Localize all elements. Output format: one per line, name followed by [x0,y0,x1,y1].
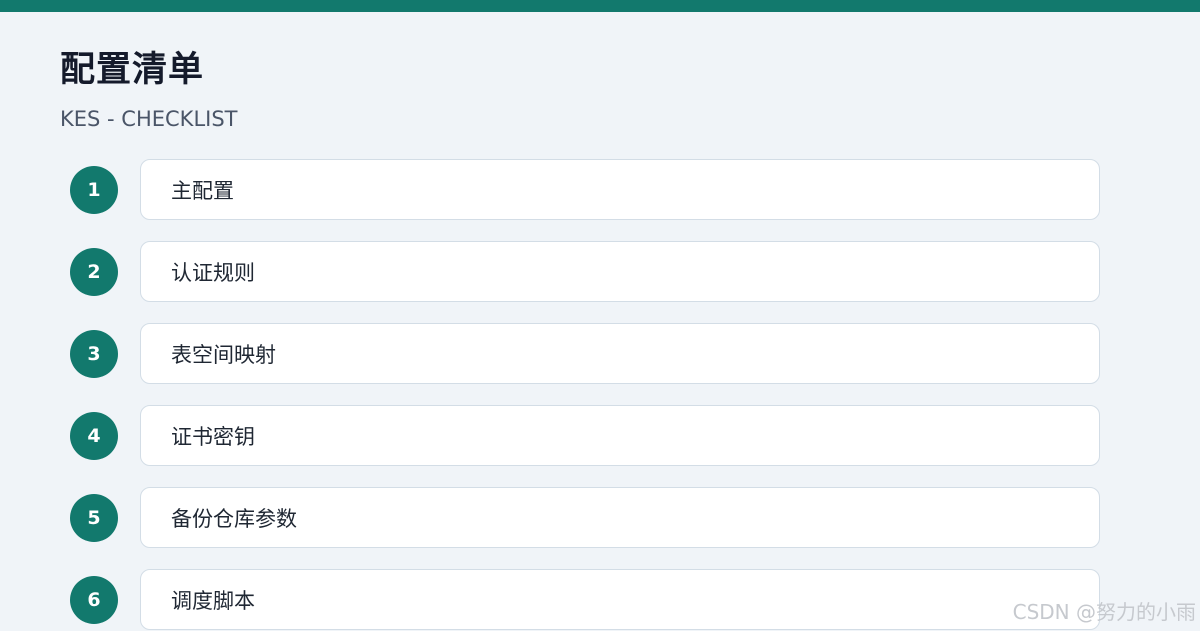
item-label: 表空间映射 [171,342,276,367]
checklist-item[interactable]: 2 认证规则 [0,241,1200,303]
item-label: 备份仓库参数 [171,506,297,531]
checklist-item[interactable]: 1 主配置 [0,159,1200,221]
item-card[interactable]: 备份仓库参数 [140,487,1100,548]
item-label: 主配置 [171,178,234,203]
item-card[interactable]: 调度脚本 [140,569,1100,630]
item-label: 认证规则 [171,260,255,285]
item-card[interactable]: 认证规则 [140,241,1100,302]
item-number-badge: 6 [70,576,118,624]
checklist-item[interactable]: 5 备份仓库参数 [0,487,1200,549]
item-number-badge: 4 [70,412,118,460]
item-number-badge: 1 [70,166,118,214]
item-card[interactable]: 表空间映射 [140,323,1100,384]
item-number-badge: 5 [70,494,118,542]
item-label: 证书密钥 [171,424,255,449]
checklist: 1 主配置 2 认证规则 3 表空间映射 4 证书密钥 5 备份仓库参数 6 调… [0,0,1200,630]
watermark: CSDN @努力的小雨 [1012,600,1196,624]
item-label: 调度脚本 [171,588,255,613]
item-card[interactable]: 证书密钥 [140,405,1100,466]
item-number-badge: 3 [70,330,118,378]
item-card[interactable]: 主配置 [140,159,1100,220]
checklist-item[interactable]: 4 证书密钥 [0,405,1200,467]
item-number-badge: 2 [70,248,118,296]
checklist-item[interactable]: 3 表空间映射 [0,323,1200,385]
